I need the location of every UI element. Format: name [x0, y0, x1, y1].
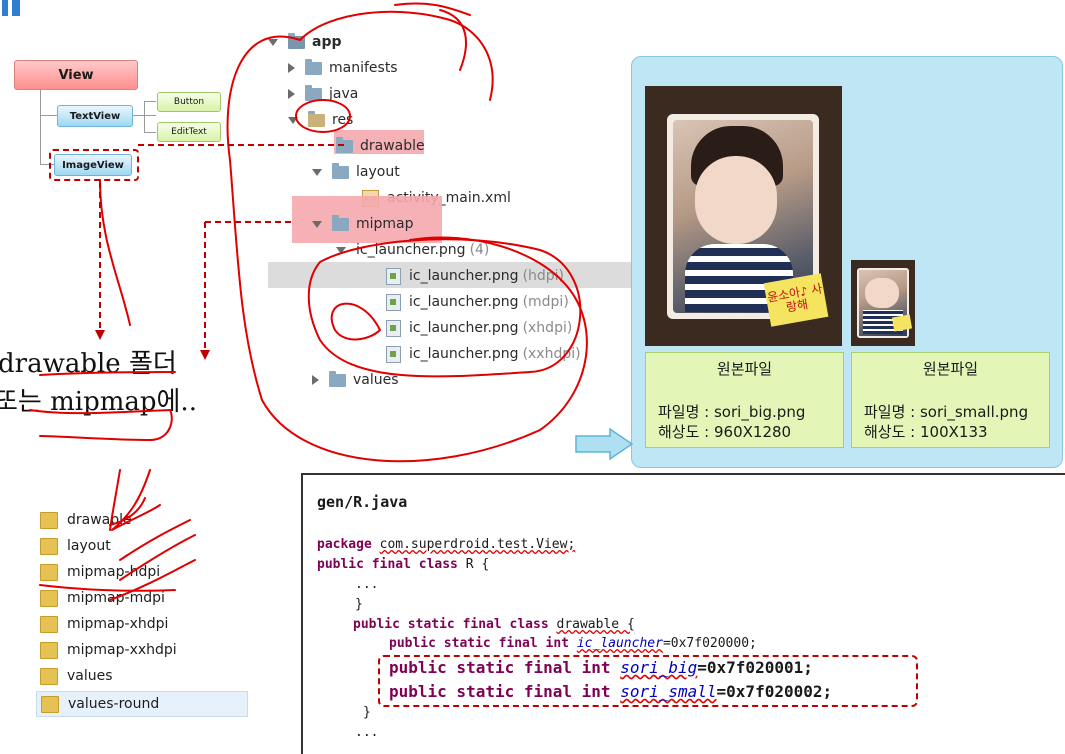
annotation-underline — [39, 371, 176, 376]
annotation-underline — [39, 584, 176, 592]
imageview-dashed-box — [49, 149, 139, 181]
annotation-scribble — [119, 534, 196, 581]
annotation-scribble — [394, 2, 471, 16]
annotation-scribble — [109, 559, 196, 601]
dashed-connector — [204, 221, 294, 350]
ic-launcher-circle — [307, 238, 582, 378]
annotation-overlay — [29, 2, 588, 601]
arrowhead-icon — [200, 350, 210, 360]
arrowhead-icon — [95, 330, 105, 340]
annotation-scribble — [119, 519, 191, 561]
res-circle — [295, 99, 351, 133]
annotation-arrow — [109, 469, 121, 531]
annotation-underline — [29, 409, 173, 441]
annotation-swirl — [330, 302, 381, 341]
annotation-line — [99, 179, 131, 326]
